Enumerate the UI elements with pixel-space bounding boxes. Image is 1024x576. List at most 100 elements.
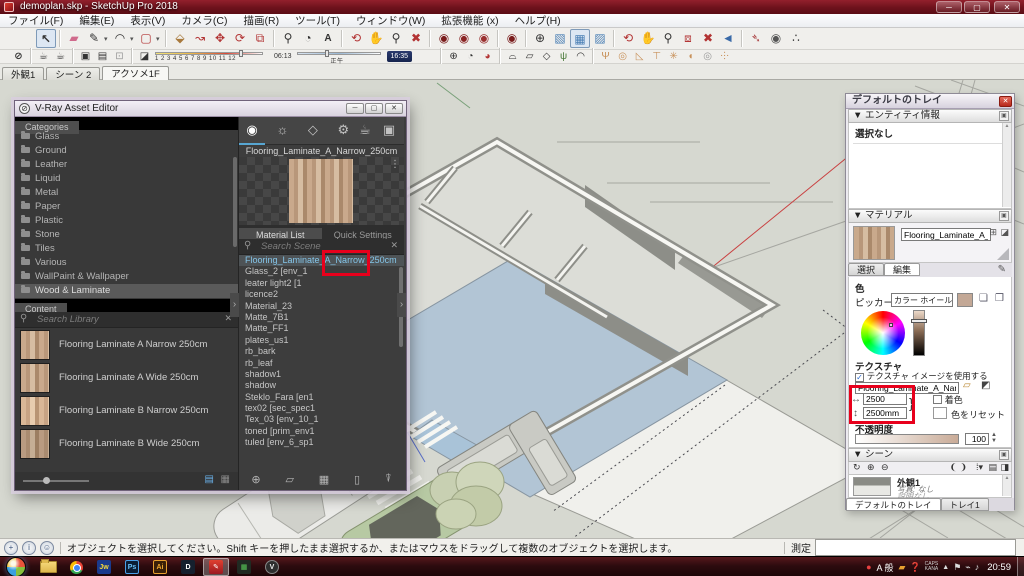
- vray-render-icon[interactable]: ◉: [434, 29, 454, 48]
- taskbar-clock[interactable]: 20:59: [981, 562, 1017, 573]
- scene-scrollbar[interactable]: [1002, 475, 1011, 496]
- colorize-cube-icon[interactable]: ◩: [981, 380, 990, 391]
- category-item[interactable]: Various: [15, 256, 238, 270]
- vray-toolbar-icon[interactable]: ⊘: [10, 50, 27, 63]
- vray-maximize-button[interactable]: ▢: [365, 103, 383, 114]
- tray-up-arrow-icon[interactable]: ▲: [940, 564, 951, 571]
- detach-pane-arrow-icon[interactable]: [997, 248, 1009, 260]
- material-item[interactable]: Tex_03 [env_10_1: [239, 414, 404, 425]
- slider-handle[interactable]: [43, 477, 50, 484]
- previous-view-icon[interactable]: ◄: [718, 29, 738, 48]
- value-slider[interactable]: [911, 310, 927, 356]
- taskbar-illustrator[interactable]: Ai: [147, 558, 173, 576]
- volume-icon[interactable]: ♪: [973, 562, 982, 572]
- close-button[interactable]: ✕: [994, 1, 1020, 13]
- entity-info-header[interactable]: ▼ エンティティ情報 ▣: [848, 109, 1012, 123]
- opacity-stepper[interactable]: ▲ ▼: [991, 432, 997, 444]
- menu-camera[interactable]: カメラ(C): [173, 14, 235, 28]
- pie-red-icon[interactable]: ◕: [479, 50, 496, 63]
- vray-window-titlebar[interactable]: ⊘ V-Ray Asset Editor ─ ▢ ✕: [15, 101, 406, 117]
- match-object-icon[interactable]: ❒: [995, 293, 1004, 304]
- batch-render-icon[interactable]: ▤: [94, 50, 111, 63]
- clear-search-icon[interactable]: ✕: [390, 240, 398, 251]
- axes-tool-icon[interactable]: ⊕: [530, 29, 550, 48]
- dome-tool-icon[interactable]: ⌓: [504, 50, 521, 63]
- box-tool-icon[interactable]: ▱: [521, 50, 538, 63]
- taskbar-chrome[interactable]: [63, 558, 89, 576]
- action-flag-icon[interactable]: ⚑: [951, 562, 963, 573]
- show-desktop-button[interactable]: [1017, 557, 1024, 576]
- geolocation-icon[interactable]: +: [4, 540, 18, 555]
- category-item[interactable]: Plastic: [15, 214, 238, 228]
- colorize-row[interactable]: 着色: [933, 393, 963, 406]
- thumbnail-size-slider[interactable]: [23, 480, 89, 482]
- grid-view-icon[interactable]: ▦: [221, 474, 230, 485]
- loop-tool-icon[interactable]: ◎: [614, 50, 631, 63]
- material-item[interactable]: Steklo_Fara [en1: [239, 392, 404, 403]
- taskbar-vray[interactable]: V: [259, 558, 285, 576]
- entity-scrollbar[interactable]: [1002, 123, 1011, 207]
- date-slider[interactable]: 1 2 3 4 5 6 7 8 9 10 11 12: [153, 50, 271, 63]
- led-tool-icon[interactable]: ⸭: [716, 50, 733, 63]
- grass-tool-icon[interactable]: ψ: [555, 50, 572, 63]
- time-slider[interactable]: 正午: [295, 50, 387, 65]
- minimize-button[interactable]: ─: [936, 1, 962, 13]
- material-item[interactable]: plates_us1: [239, 335, 404, 346]
- caps-kana-indicator[interactable]: CAPS KANA: [923, 562, 941, 572]
- material-item[interactable]: Material_23: [239, 301, 404, 312]
- entity-info-detach-icon[interactable]: ▣: [999, 111, 1009, 121]
- geometry-icon[interactable]: ◇: [300, 117, 326, 143]
- material-item[interactable]: tex02 [sec_spec1: [239, 403, 404, 414]
- vray-close-button[interactable]: ✕: [385, 103, 403, 114]
- taskbar-sketchup[interactable]: ✎: [203, 558, 229, 576]
- material-name-field[interactable]: [901, 228, 991, 241]
- paint-bucket-icon[interactable]: ⬙: [170, 29, 190, 48]
- purge-icon[interactable]: ⍒: [385, 473, 392, 486]
- xray-style-icon[interactable]: ▧: [550, 29, 570, 48]
- vray-vision-icon[interactable]: ◉: [502, 29, 522, 48]
- library-item[interactable]: Flooring Laminate A Wide 250cm: [15, 362, 238, 395]
- category-item[interactable]: Metal: [15, 186, 238, 200]
- pan-tool-icon[interactable]: ✋: [366, 29, 386, 48]
- shaded-style-icon[interactable]: ▦: [570, 29, 590, 48]
- frame-buffer-icon[interactable]: ▣: [376, 117, 402, 143]
- zoom-tool-icon[interactable]: ⚲: [386, 29, 406, 48]
- vray-interactive-icon[interactable]: ◉: [454, 29, 474, 48]
- lights-bulb-icon[interactable]: ☼: [269, 117, 295, 143]
- network-icon[interactable]: ⌁: [963, 562, 972, 573]
- move-scene-left-icon[interactable]: ❨: [949, 462, 957, 473]
- materials-section-header[interactable]: ▼ マテリアル ▣: [848, 209, 1012, 223]
- material-item[interactable]: toned [prim_env1: [239, 426, 404, 437]
- menu-tools[interactable]: ツール(T): [287, 14, 348, 28]
- menu-draw[interactable]: 描画(R): [236, 14, 288, 28]
- category-item[interactable]: Paper: [15, 200, 238, 214]
- checkbox-checked-icon[interactable]: ✓: [855, 373, 864, 382]
- orbit-tool-icon[interactable]: ⟲: [346, 29, 366, 48]
- move-tool-icon[interactable]: ✥: [210, 29, 230, 48]
- tab-edit[interactable]: 編集: [884, 263, 921, 276]
- tape-measure-icon[interactable]: ⚲: [278, 29, 298, 48]
- open-folder-icon[interactable]: ▱: [285, 473, 293, 486]
- material-item[interactable]: rb_bark: [239, 346, 404, 357]
- library-item[interactable]: Flooring Laminate B Wide 250cm: [15, 428, 238, 461]
- pie-tool-icon[interactable]: ◔: [462, 50, 479, 63]
- box2-tool-icon[interactable]: ◇: [538, 50, 555, 63]
- follow-me-icon[interactable]: ↝: [190, 29, 210, 48]
- material-item[interactable]: licence2: [239, 289, 404, 300]
- select-tool-icon[interactable]: ↖: [36, 29, 56, 48]
- add-material-icon[interactable]: ⊕: [251, 473, 260, 486]
- signin-icon[interactable]: ☺: [40, 540, 54, 555]
- rectangle-tool-icon[interactable]: ▢: [136, 29, 156, 48]
- category-item[interactable]: Stone: [15, 228, 238, 242]
- update-scene-icon[interactable]: ↻: [853, 462, 861, 473]
- reset-color-swatch[interactable]: [933, 407, 947, 419]
- show-details-icon[interactable]: ▤: [988, 462, 997, 473]
- frame-buffer-icon[interactable]: ▣: [77, 50, 94, 63]
- menu-help[interactable]: ヘルプ(H): [507, 14, 569, 28]
- measurement-input[interactable]: [815, 539, 1016, 556]
- taskbar-qr-tool[interactable]: ▦: [231, 558, 257, 576]
- value-slider-handle[interactable]: [911, 319, 927, 323]
- material-item[interactable]: Matte_7B1: [239, 312, 404, 323]
- list-view-icon[interactable]: ▤: [205, 474, 214, 485]
- scale-tool-icon[interactable]: ⧉: [250, 29, 270, 48]
